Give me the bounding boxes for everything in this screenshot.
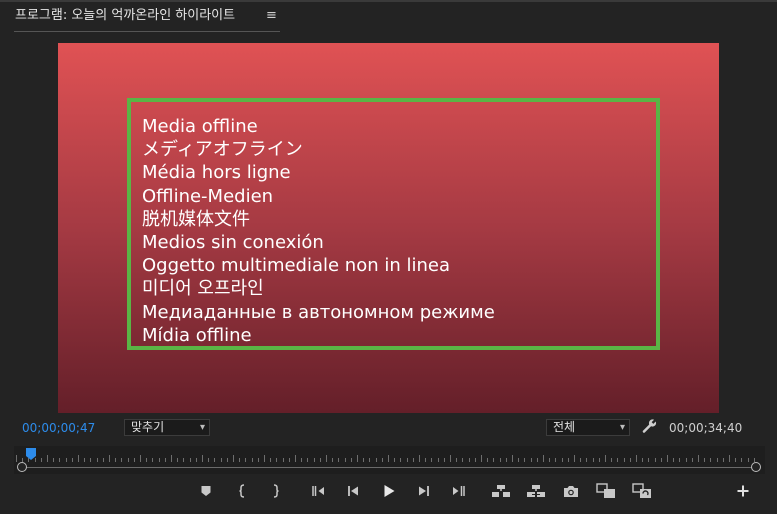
monitor-control-row: 00;00;00;47 맞추기 ▾ 전체 ▾ 00;00;34;40 xyxy=(0,416,777,440)
transport-controls xyxy=(0,480,777,504)
offline-line-en: Media offline xyxy=(142,116,258,137)
mark-in-icon[interactable] xyxy=(232,480,254,502)
zoom-level-value: 맞추기 xyxy=(131,420,165,434)
zoom-handle-left[interactable] xyxy=(17,462,27,472)
offline-line-es: Medios sin conexión xyxy=(142,232,324,254)
playback-resolution-dropdown[interactable]: 전체 ▾ xyxy=(546,419,630,436)
export-frame-icon[interactable] xyxy=(560,480,582,502)
chevron-down-icon: ▾ xyxy=(619,422,625,433)
panel-title[interactable]: 프로그램: 오늘의 억까온라인 하이라이트 xyxy=(15,8,235,24)
extract-icon[interactable] xyxy=(525,480,547,502)
offline-line-zh: 脱机媒体文件 xyxy=(142,208,250,230)
add-marker-icon[interactable] xyxy=(195,480,217,502)
offline-line-ru: Медиаданные в автономном режиме xyxy=(142,301,495,323)
panel-menu-icon[interactable]: ≡ xyxy=(266,8,277,24)
duration-timecode: 00;00;34;40 xyxy=(669,421,743,435)
zoom-scroll-track[interactable] xyxy=(22,467,756,468)
offline-line-de: Offline-Medien xyxy=(142,185,274,207)
mark-out-icon[interactable] xyxy=(264,480,286,502)
lift-icon[interactable] xyxy=(490,480,512,502)
current-timecode[interactable]: 00;00;00;47 xyxy=(22,421,95,435)
offline-line-fr: Média hors ligne xyxy=(142,162,291,184)
zoom-handle-right[interactable] xyxy=(751,462,761,472)
program-monitor-panel: 프로그램: 오늘의 억까온라인 하이라이트 ≡ Media offline メデ… xyxy=(0,0,777,514)
monitor-timeline[interactable] xyxy=(0,446,777,476)
proxy-toggle-icon[interactable] xyxy=(631,480,653,502)
offline-line-pt: Mídia offline xyxy=(142,324,252,346)
offline-line-it: Oggetto multimediale non in linea xyxy=(142,255,451,277)
offline-line-ko: 미디어 오프라인 xyxy=(142,278,264,300)
playback-resolution-value: 전체 xyxy=(553,420,576,434)
step-back-icon[interactable] xyxy=(342,480,364,502)
media-offline-box: Media offline メディアオフライン Média hors ligne… xyxy=(127,98,660,350)
zoom-level-dropdown[interactable]: 맞추기 ▾ xyxy=(124,419,210,436)
time-ruler-ticks xyxy=(16,455,755,462)
comparison-view-icon[interactable] xyxy=(595,480,617,502)
play-icon[interactable] xyxy=(378,480,400,502)
go-to-in-icon[interactable] xyxy=(308,480,330,502)
video-preview[interactable]: Media offline メディアオフライン Média hors ligne… xyxy=(58,43,719,413)
active-panel-underline xyxy=(14,31,280,32)
go-to-out-icon[interactable] xyxy=(447,480,469,502)
panel-title-bar: 프로그램: 오늘의 억까온라인 하이라이트 ≡ xyxy=(0,2,777,32)
playhead-icon[interactable] xyxy=(26,448,36,460)
offline-line-ja: メディアオフライン xyxy=(142,139,303,161)
chevron-down-icon: ▾ xyxy=(199,422,205,433)
wrench-icon[interactable] xyxy=(642,418,658,434)
button-editor-icon[interactable] xyxy=(732,480,754,502)
step-forward-icon[interactable] xyxy=(413,480,435,502)
media-offline-lines: Media offline メディアオフライン Média hors ligne… xyxy=(142,115,495,347)
